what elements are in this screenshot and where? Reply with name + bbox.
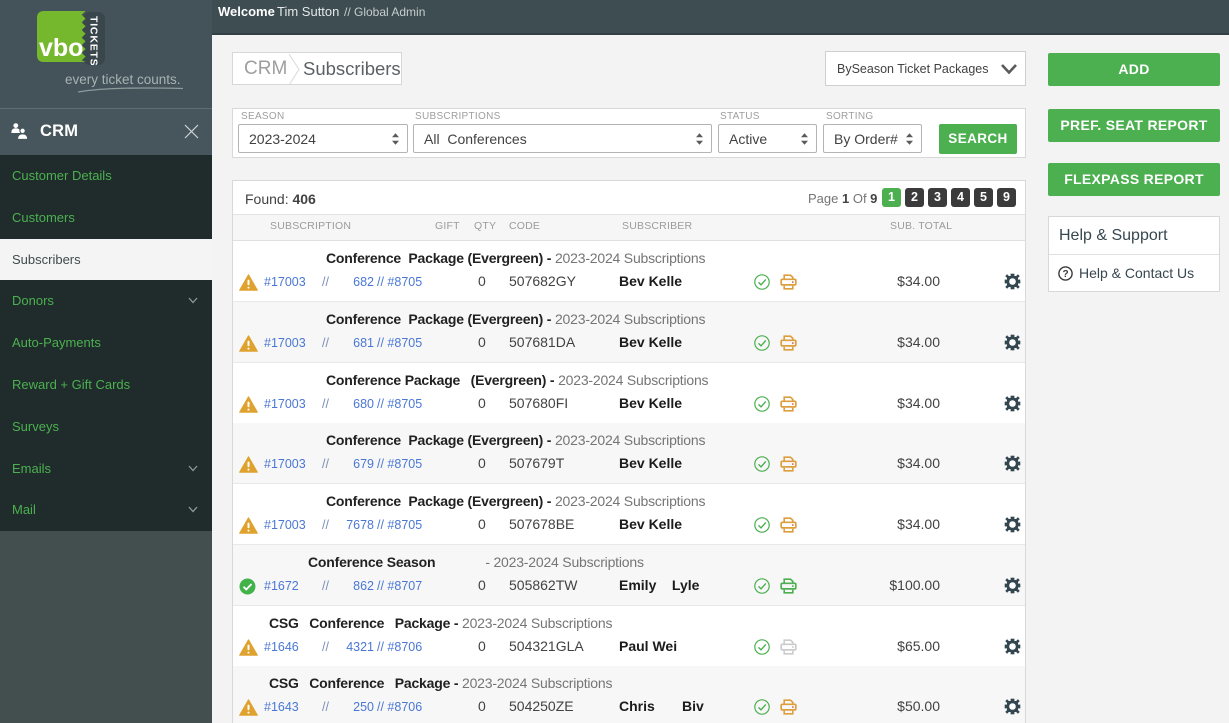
svg-text:vbo: vbo xyxy=(39,34,83,62)
svg-text:TICKETS: TICKETS xyxy=(88,16,100,65)
svg-text:?: ? xyxy=(1062,269,1068,280)
